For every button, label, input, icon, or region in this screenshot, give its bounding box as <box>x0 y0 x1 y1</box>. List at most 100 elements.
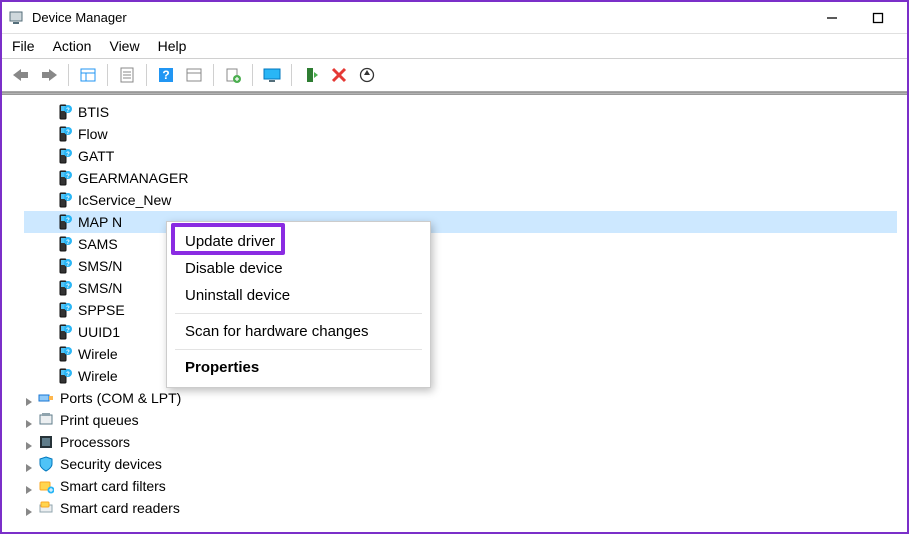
menubar: File Action View Help <box>2 34 907 58</box>
category-item[interactable]: Processors <box>24 431 897 453</box>
category-icon <box>38 456 54 472</box>
uninstall-device-icon[interactable] <box>326 62 352 88</box>
unknown-device-icon: ? <box>56 170 72 186</box>
unknown-device-icon: ? <box>56 148 72 164</box>
device-label: SAMS <box>78 233 118 255</box>
svg-text:?: ? <box>66 350 70 356</box>
svg-text:?: ? <box>66 240 70 246</box>
menu-separator <box>175 313 422 314</box>
device-item[interactable]: ? GEARMANAGER <box>24 167 897 189</box>
device-label: MAP N <box>78 211 122 233</box>
device-label: IcService_New <box>78 189 171 211</box>
chevron-right-icon[interactable] <box>24 501 36 513</box>
device-item[interactable]: ? Wirele <box>24 343 897 365</box>
minimize-button[interactable] <box>809 2 855 34</box>
device-label: SMS/N <box>78 255 122 277</box>
device-label: GEARMANAGER <box>78 167 188 189</box>
forward-icon[interactable] <box>36 62 62 88</box>
menu-update-driver[interactable]: Update driver <box>167 228 430 255</box>
unknown-device-icon: ? <box>56 104 72 120</box>
device-item[interactable]: ? GATT <box>24 145 897 167</box>
unknown-device-icon: ? <box>56 258 72 274</box>
svg-text:?: ? <box>66 306 70 312</box>
category-icon <box>38 478 54 494</box>
menu-disable-device[interactable]: Disable device <box>167 255 430 282</box>
unknown-device-icon: ? <box>56 192 72 208</box>
category-label: Processors <box>60 431 130 453</box>
maximize-button[interactable] <box>855 2 901 34</box>
svg-text:?: ? <box>66 262 70 268</box>
svg-text:?: ? <box>66 328 70 334</box>
device-item[interactable]: ? SMS/N <box>24 277 897 299</box>
device-item[interactable]: ? Flow <box>24 123 897 145</box>
menu-help[interactable]: Help <box>158 38 187 54</box>
unknown-device-icon: ? <box>56 368 72 384</box>
svg-text:?: ? <box>66 218 70 224</box>
device-label: GATT <box>78 145 114 167</box>
menu-uninstall-device[interactable]: Uninstall device <box>167 282 430 309</box>
device-tree[interactable]: ? BTIS? Flow? GATT? GEARMANAGER? IcService_Ne… <box>2 95 907 529</box>
device-label: SMS/N <box>78 277 122 299</box>
device-item[interactable]: ?SPPSE <box>24 299 897 321</box>
device-label: BTIS <box>78 101 109 123</box>
category-item[interactable]: Print queues <box>24 409 897 431</box>
device-label: Wirele <box>78 365 118 387</box>
unknown-device-icon: ? <box>56 324 72 340</box>
chevron-right-icon[interactable] <box>24 413 36 425</box>
menu-action[interactable]: Action <box>53 38 92 54</box>
svg-text:?: ? <box>162 68 169 82</box>
menu-properties[interactable]: Properties <box>167 354 430 381</box>
svg-text:?: ? <box>66 372 70 378</box>
device-item[interactable]: ? Wirele <box>24 365 897 387</box>
enable-device-icon[interactable] <box>298 62 324 88</box>
scan-hardware-icon[interactable] <box>354 62 380 88</box>
menu-separator <box>175 349 422 350</box>
device-item[interactable]: ? SMS/N <box>24 255 897 277</box>
device-manager-icon <box>8 10 24 26</box>
chevron-right-icon[interactable] <box>24 391 36 403</box>
category-icon <box>38 412 54 428</box>
back-icon[interactable] <box>8 62 34 88</box>
category-icon <box>38 434 54 450</box>
svg-text:?: ? <box>66 284 70 290</box>
chevron-right-icon[interactable] <box>24 479 36 491</box>
device-label: Wirele <box>78 343 118 365</box>
monitor-icon[interactable] <box>259 62 285 88</box>
help-icon[interactable]: ? <box>153 62 179 88</box>
category-label: Smart card filters <box>60 475 166 497</box>
menu-view[interactable]: View <box>109 38 139 54</box>
device-label: Flow <box>78 123 108 145</box>
show-hide-tree-icon[interactable] <box>75 62 101 88</box>
category-item[interactable]: Smart card filters <box>24 475 897 497</box>
device-item[interactable]: ? MAP N <box>24 211 897 233</box>
chevron-right-icon[interactable] <box>24 435 36 447</box>
window-title: Device Manager <box>32 10 127 25</box>
svg-text:?: ? <box>66 108 70 114</box>
device-item[interactable]: ? UUID1 <box>24 321 897 343</box>
properties-icon[interactable] <box>114 62 140 88</box>
category-icon <box>38 390 54 406</box>
unknown-device-icon: ? <box>56 236 72 252</box>
category-item[interactable]: Smart card readers <box>24 497 897 519</box>
category-item[interactable]: Security devices <box>24 453 897 475</box>
unknown-device-icon: ? <box>56 346 72 362</box>
svg-text:?: ? <box>66 130 70 136</box>
svg-text:?: ? <box>66 196 70 202</box>
category-label: Ports (COM & LPT) <box>60 387 181 409</box>
toolbar: ? <box>2 58 907 92</box>
category-label: Smart card readers <box>60 497 180 519</box>
device-label: UUID1 <box>78 321 120 343</box>
svg-text:?: ? <box>66 174 70 180</box>
device-item[interactable]: ? BTIS <box>24 101 897 123</box>
update-driver-icon[interactable] <box>220 62 246 88</box>
category-label: Print queues <box>60 409 139 431</box>
chevron-right-icon[interactable] <box>24 457 36 469</box>
menu-scan-hardware[interactable]: Scan for hardware changes <box>167 318 430 345</box>
titlebar: Device Manager <box>2 2 907 34</box>
unknown-device-icon: ? <box>56 302 72 318</box>
action-pane-icon[interactable] <box>181 62 207 88</box>
menu-file[interactable]: File <box>12 38 35 54</box>
device-item[interactable]: ? IcService_New <box>24 189 897 211</box>
device-item[interactable]: ? SAMS <box>24 233 897 255</box>
category-item[interactable]: Ports (COM & LPT) <box>24 387 897 409</box>
